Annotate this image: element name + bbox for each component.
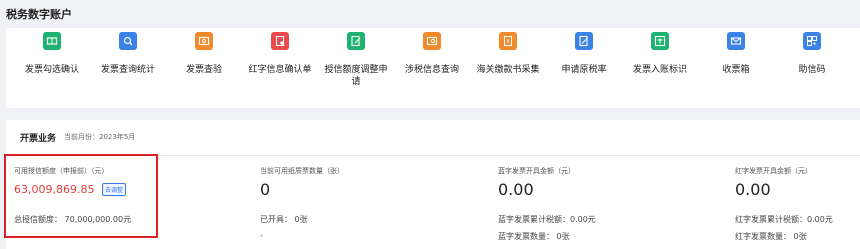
quick-action-tax-info[interactable]: 涉税信息查询 [394, 32, 470, 108]
stats-panel: 可用授信额度（申报前）（元） 63,009,869.85 去调整 总授信额度： … [6, 156, 860, 249]
section-title: 开票业务 [20, 134, 57, 144]
invoicing-section-header: 开票业务 当前月份：2023年5月 [6, 120, 860, 156]
blue-invoice-count: 蓝字发票数量： 0张 [498, 232, 570, 241]
quick-action-label: 发票入账标识 [632, 65, 687, 75]
red-invoice-count: 红字发票数量： 0张 [735, 232, 807, 241]
ticket-count-card: 当前可用纸质票数量（张） 0 已开具： 0张 - [252, 156, 492, 249]
ticket-count-value: 0 [260, 180, 271, 199]
red-amount-label: 红字发票开具金额（元） [735, 167, 812, 175]
quick-action-label: 授信额度调整申请 [324, 65, 388, 87]
credit-card: 可用授信额度（申报前）（元） 63,009,869.85 去调整 总授信额度： … [6, 156, 246, 249]
quick-action-invoice-verify[interactable]: 发票查验 [166, 32, 242, 108]
ticket-count-label: 当前可用纸质票数量（张） [260, 167, 344, 175]
blue-tax-total: 蓝字发票累计税额：0.00元 [498, 215, 596, 224]
credit-label: 可用授信额度（申报前）（元） [14, 167, 109, 175]
ticket-icon [43, 32, 61, 50]
quick-action-label: 助信码 [798, 65, 826, 75]
quick-action-original-rate[interactable]: 申请原税率 [546, 32, 622, 108]
quick-action-label: 发票勾选确认 [24, 65, 79, 75]
quick-action-label: 申请原税率 [561, 65, 607, 75]
red-doc-icon [271, 32, 289, 50]
total-credit: 总授信额度： 70,000,000.00元 [14, 215, 132, 224]
quick-action-label: 发票查询统计 [100, 65, 155, 75]
adjust-button[interactable]: 去调整 [102, 183, 127, 196]
red-amount-value: 0.00 [735, 180, 771, 199]
quick-action-label: 红字信息确认单 [248, 65, 312, 75]
ticket-count-extra: - [260, 231, 263, 240]
quick-action-label: 涉税信息查询 [404, 65, 459, 75]
credit-value: 63,009,869.85 [14, 183, 95, 196]
quick-action-label: 收票箱 [722, 65, 750, 75]
quick-action-red-confirm[interactable]: 红字信息确认单 [242, 32, 318, 108]
page-title: 税务数字账户 [6, 8, 72, 21]
quick-action-customs[interactable]: 海关缴款书采集 [470, 32, 546, 108]
blue-amount-value: 0.00 [498, 180, 534, 199]
red-tax-total: 红字发票累计税额：0.00元 [735, 215, 833, 224]
account-icon [651, 32, 669, 50]
quick-action-label: 海关缴款书采集 [476, 65, 540, 75]
verify-icon [195, 32, 213, 50]
issued-count: 已开具： 0张 [260, 215, 308, 224]
red-amount-card: 红字发票开具金额（元） 0.00 红字发票累计税额：0.00元 红字发票数量： … [727, 156, 860, 249]
quick-action-credit-adjust[interactable]: 授信额度调整申请 [318, 32, 394, 108]
quick-action-label: 发票查验 [185, 65, 222, 75]
quick-action-inbox[interactable]: 收票箱 [698, 32, 774, 108]
quick-actions-panel: 发票勾选确认 发票查询统计 发票查验 红字信息确认单 授信额度调整申请 涉税信息… [6, 28, 860, 108]
quick-action-invoice-query[interactable]: 发票查询统计 [90, 32, 166, 108]
info-search-icon [423, 32, 441, 50]
search-doc-icon [119, 32, 137, 50]
edit-doc-icon [347, 32, 365, 50]
quick-action-invoice-select[interactable]: 发票勾选确认 [14, 32, 90, 108]
blue-amount-card: 蓝字发票开具金额（元） 0.00 蓝字发票累计税额：0.00元 蓝字发票数量： … [490, 156, 730, 249]
qrcode-icon [803, 32, 821, 50]
quick-action-credit-code[interactable]: 助信码 [774, 32, 850, 108]
pencil-doc-icon [575, 32, 593, 50]
current-month: 当前月份：2023年5月 [64, 133, 136, 141]
blue-amount-label: 蓝字发票开具金额（元） [498, 167, 575, 175]
quick-action-account-mark[interactable]: 发票入账标识 [622, 32, 698, 108]
mail-icon [727, 32, 745, 50]
customs-icon [499, 32, 517, 50]
